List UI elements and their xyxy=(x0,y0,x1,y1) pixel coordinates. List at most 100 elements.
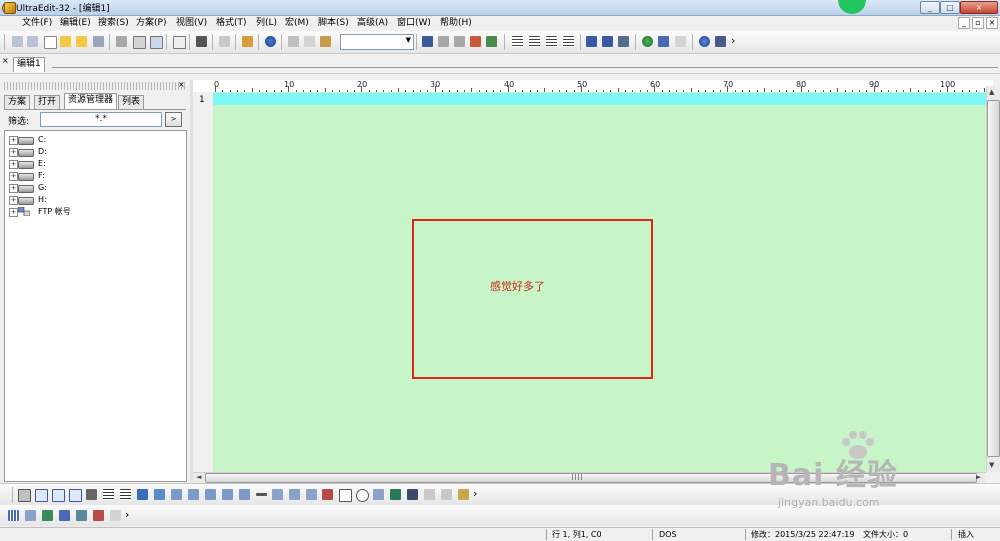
expand-icon[interactable]: + xyxy=(9,184,18,193)
clipboard-select[interactable]: ▼ xyxy=(340,34,414,50)
maximize-button[interactable]: □ xyxy=(940,1,960,14)
horizontal-rule-icon[interactable] xyxy=(256,493,267,496)
anchor-icon[interactable] xyxy=(407,489,418,500)
frame-icon[interactable] xyxy=(441,489,452,500)
replace-icon[interactable] xyxy=(470,36,481,47)
grid-icon[interactable] xyxy=(8,510,19,521)
align-icon[interactable] xyxy=(171,489,182,500)
panel-grip[interactable] xyxy=(4,82,186,90)
scroll-up-icon[interactable]: ▲ xyxy=(989,88,994,96)
copy-file-icon[interactable] xyxy=(25,510,36,521)
close-icon[interactable]: × xyxy=(2,56,9,65)
validate-icon[interactable] xyxy=(59,510,70,521)
compare-icon[interactable] xyxy=(76,510,87,521)
find-icon[interactable] xyxy=(422,36,433,47)
cut-icon[interactable] xyxy=(288,36,299,47)
spellcheck-icon[interactable] xyxy=(42,510,53,521)
word-wrap-icon[interactable] xyxy=(196,36,207,47)
cascade-windows-icon[interactable] xyxy=(618,36,629,47)
document-icon[interactable] xyxy=(4,2,16,14)
split-horizontal-icon[interactable] xyxy=(586,36,597,47)
indent-icon[interactable] xyxy=(188,489,199,500)
bold-icon[interactable] xyxy=(35,489,48,502)
numbered-list-icon[interactable] xyxy=(120,489,131,500)
page-setup-icon[interactable] xyxy=(150,36,163,49)
find-in-files-icon[interactable] xyxy=(486,36,497,47)
print-icon[interactable] xyxy=(116,36,127,47)
scroll-right-icon[interactable]: ► xyxy=(976,473,981,481)
web-browser-icon[interactable] xyxy=(265,36,276,47)
menu-macro[interactable]: 宏(M) xyxy=(285,17,309,29)
image-map-icon[interactable] xyxy=(424,489,435,500)
open-recent-icon[interactable] xyxy=(76,36,87,47)
menu-help[interactable]: 帮助(H) xyxy=(440,17,472,29)
table-icon[interactable] xyxy=(239,489,250,500)
scroll-left-icon[interactable]: ◄ xyxy=(196,473,201,481)
align-center-icon[interactable] xyxy=(529,36,540,47)
find-prev-icon[interactable] xyxy=(438,36,449,47)
menu-script[interactable]: 脚本(S) xyxy=(318,17,349,29)
expand-icon[interactable]: + xyxy=(9,172,18,181)
tab-project[interactable]: 方案 xyxy=(4,95,31,109)
picture-icon[interactable] xyxy=(390,489,401,500)
menu-edit[interactable]: 编辑(E) xyxy=(60,17,91,29)
menu-search[interactable]: 搜索(S) xyxy=(98,17,129,29)
close-icon[interactable]: × xyxy=(178,80,185,89)
back-icon[interactable] xyxy=(12,36,23,47)
bullet-list-icon[interactable] xyxy=(103,489,114,500)
outdent-icon[interactable] xyxy=(205,489,216,500)
form-icon[interactable] xyxy=(272,489,283,500)
tab-list[interactable]: 列表 xyxy=(118,95,145,109)
save-icon[interactable] xyxy=(93,36,104,47)
heading-icon[interactable] xyxy=(222,489,233,500)
menu-advanced[interactable]: 高级(A) xyxy=(357,17,388,29)
ftp-save-icon[interactable] xyxy=(675,36,686,47)
apply-filter-button[interactable]: > xyxy=(165,112,182,127)
new-file-icon[interactable] xyxy=(44,36,57,49)
tools-icon[interactable] xyxy=(93,510,104,521)
open-folder-icon[interactable] xyxy=(60,36,71,47)
style-icon[interactable] xyxy=(458,489,469,500)
help-icon[interactable] xyxy=(699,36,710,47)
copy-icon[interactable] xyxy=(304,36,315,47)
print-preview-icon[interactable] xyxy=(133,36,146,49)
mdi-close-button[interactable]: × xyxy=(986,17,998,29)
expand-icon[interactable]: + xyxy=(9,148,18,157)
expand-icon[interactable]: + xyxy=(9,196,18,205)
justify-icon[interactable] xyxy=(563,36,574,47)
menu-file[interactable]: 文件(F) xyxy=(22,17,52,29)
tab-open-files[interactable]: 打开 xyxy=(34,95,61,109)
expand-icon[interactable]: + xyxy=(9,136,18,145)
scroll-down-icon[interactable]: ▼ xyxy=(989,461,994,469)
find-next-icon[interactable] xyxy=(454,36,465,47)
current-line-highlight[interactable] xyxy=(213,93,986,105)
toolbar-overflow-button[interactable]: › xyxy=(473,487,477,500)
tab-explorer[interactable]: 资源管理器 xyxy=(64,93,118,109)
expand-icon[interactable]: + xyxy=(9,160,18,169)
input-field-icon[interactable] xyxy=(289,489,300,500)
align-left-icon[interactable] xyxy=(512,36,523,47)
hex-mode-icon[interactable] xyxy=(219,36,230,47)
button-icon[interactable] xyxy=(306,489,317,500)
globe-icon[interactable] xyxy=(642,36,653,47)
underline-icon[interactable] xyxy=(69,489,82,502)
split-vertical-icon[interactable] xyxy=(602,36,613,47)
align-right-icon[interactable] xyxy=(546,36,557,47)
menu-view[interactable]: 视图(V) xyxy=(176,17,207,29)
paragraph-icon[interactable] xyxy=(86,489,97,500)
expand-icon[interactable]: + xyxy=(9,208,18,217)
checkbox-icon[interactable] xyxy=(339,489,352,502)
mdi-minimize-button[interactable]: _ xyxy=(958,17,970,29)
filter-input[interactable]: *.* xyxy=(40,112,162,127)
font-icon[interactable] xyxy=(137,489,148,500)
select-icon[interactable] xyxy=(322,489,333,500)
bookmark-icon[interactable] xyxy=(242,36,253,47)
tab-document[interactable]: 编辑1 xyxy=(13,57,45,72)
image-icon[interactable] xyxy=(154,489,165,500)
close-window-button[interactable]: × xyxy=(960,1,998,14)
toolbar-overflow-button[interactable]: › xyxy=(731,34,735,47)
menu-project[interactable]: 方案(P) xyxy=(136,17,166,29)
mdi-restore-button[interactable]: ▫ xyxy=(972,17,984,29)
html-tag-icon[interactable] xyxy=(18,489,31,502)
paste-icon[interactable] xyxy=(320,36,331,47)
